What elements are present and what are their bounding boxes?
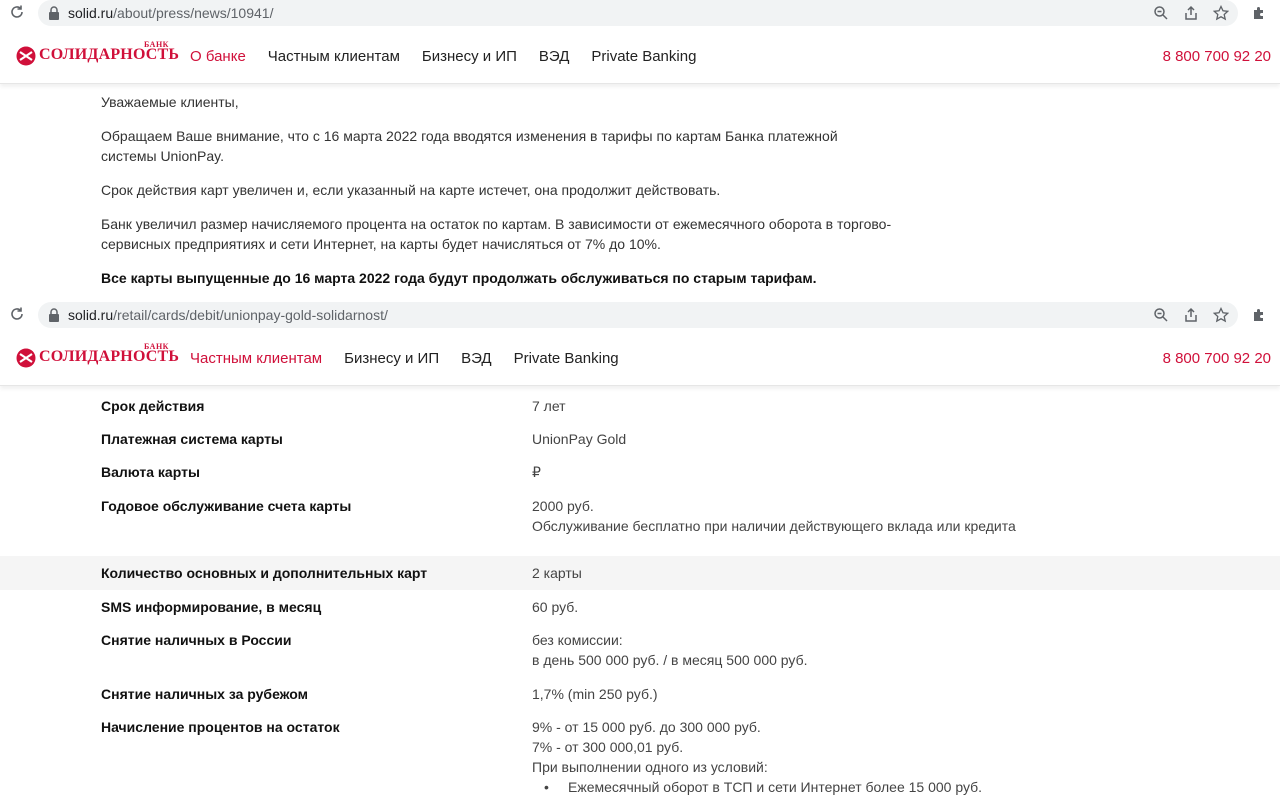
browser-address-bar: solid.ru/retail/cards/debit/unionpay-gol… [0, 302, 1280, 329]
spec-value: 60 руб. [532, 597, 578, 617]
nav-item-about[interactable]: О банке [190, 48, 246, 65]
spec-row: Платежная система карты UnionPay Gold [0, 429, 1280, 459]
url-text[interactable]: solid.ru/retail/cards/debit/unionpay-gol… [68, 307, 388, 323]
bank-logo[interactable]: БАНК СОЛИДАРНОСТЬ [16, 342, 179, 376]
spec-value-line: 7 лет [532, 398, 566, 414]
nav-item-business[interactable]: Бизнесу и ИП [344, 350, 439, 367]
spec-value: ₽ [532, 462, 541, 482]
news-bold-paragraph: Все карты выпущенные до 16 марта 2022 го… [101, 270, 817, 286]
spec-value-line: 7% - от 300 000,01 руб. [532, 739, 684, 755]
spec-row: SMS информирование, в месяц 60 руб. [0, 597, 1280, 627]
bank-logo[interactable]: БАНК СОЛИДАРНОСТЬ [16, 40, 179, 74]
spec-value: 7 лет [532, 396, 566, 416]
main-nav: Частным клиентам Бизнесу и ИП ВЭД Privat… [190, 350, 619, 367]
spec-key: Снятие наличных за рубежом [101, 686, 308, 702]
logo-mark-icon [16, 46, 36, 66]
spec-value-line: 2 карты [532, 565, 582, 581]
site-header: БАНК СОЛИДАРНОСТЬ О банке Частным клиент… [0, 30, 1280, 84]
spec-value-line: 2000 руб. [532, 498, 594, 514]
share-icon[interactable] [1183, 307, 1199, 323]
logo-bank-name: СОЛИДАРНОСТЬ [39, 46, 180, 63]
spec-key: Валюта карты [101, 464, 200, 480]
extensions-icon[interactable] [1251, 307, 1267, 323]
spec-value-line: Обслуживание бесплатно при наличии дейст… [532, 518, 1016, 534]
browser-address-bar: solid.ru/about/press/news/10941/ [0, 0, 1280, 27]
news-paragraph: Срок действия карт увеличен и, если указ… [101, 182, 721, 198]
spec-key: Начисление процентов на остаток [101, 719, 340, 735]
news-paragraph: Обращаем Ваше внимание, что с 16 марта 2… [101, 128, 838, 164]
url-path: /about/press/news/10941/ [113, 5, 274, 21]
url-text[interactable]: solid.ru/about/press/news/10941/ [68, 5, 273, 21]
spec-key: Срок действия [101, 398, 205, 414]
spec-value-line: ₽ [532, 464, 541, 480]
spec-row: Снятие наличных в России без комиссии: в… [0, 630, 1280, 680]
share-icon[interactable] [1183, 5, 1199, 21]
reload-icon[interactable] [9, 306, 25, 322]
spec-row: Начисление процентов на остаток 9% - от … [0, 717, 1280, 810]
spec-value-line: UnionPay Gold [532, 431, 627, 447]
spec-key: Количество основных и дополнительных кар… [101, 565, 428, 581]
phone-number[interactable]: 8 800 700 92 20 [1163, 48, 1271, 65]
spec-key: Годовое обслуживание счета карты [101, 498, 352, 514]
reload-icon[interactable] [9, 4, 25, 20]
spec-value: UnionPay Gold [532, 429, 626, 449]
phone-number[interactable]: 8 800 700 92 20 [1163, 350, 1271, 367]
url-host: solid.ru [68, 307, 114, 323]
nav-item-business[interactable]: Бизнесу и ИП [422, 48, 517, 65]
spec-value-line: 9% - от 15 000 руб. до 300 000 руб. [532, 719, 761, 735]
spec-key: Платежная система карты [101, 431, 283, 447]
news-paragraph: Банк увеличил размер начисляемого процен… [101, 216, 892, 252]
nav-item-retail[interactable]: Частным клиентам [268, 48, 400, 65]
spec-row: Валюта карты ₽ [0, 462, 1280, 492]
url-path: /retail/cards/debit/unionpay-gold-solida… [113, 307, 388, 323]
url-host: solid.ru [68, 5, 114, 21]
logo-bank-name: СОЛИДАРНОСТЬ [39, 348, 180, 365]
lock-icon[interactable] [48, 308, 60, 322]
spec-value: 2 карты [532, 563, 582, 583]
nav-item-private-banking[interactable]: Private Banking [591, 48, 696, 65]
spec-value-line: без комиссии: [532, 632, 623, 648]
nav-item-ved[interactable]: ВЭД [461, 350, 491, 367]
spec-key: SMS информирование, в месяц [101, 599, 322, 615]
extensions-icon[interactable] [1251, 5, 1267, 21]
spec-key: Снятие наличных в России [101, 632, 292, 648]
nav-item-private-banking[interactable]: Private Banking [514, 350, 619, 367]
spec-value-line: 60 руб. [532, 599, 579, 615]
nav-item-retail[interactable]: Частным клиентам [190, 350, 322, 367]
spec-value-line: При выполнении одного из условий: [532, 759, 768, 775]
spec-value: 1,7% (min 250 руб.) [532, 684, 658, 704]
site-header: БАНК СОЛИДАРНОСТЬ Частным клиентам Бизне… [0, 332, 1280, 386]
spec-value: 9% - от 15 000 руб. до 300 000 руб. 7% -… [532, 717, 982, 797]
spec-value-line: в день 500 000 руб. / в месяц 500 000 ру… [532, 652, 808, 668]
spec-row: Снятие наличных за рубежом 1,7% (min 250… [0, 684, 1280, 714]
logo-mark-icon [16, 348, 36, 368]
lock-icon[interactable] [48, 6, 60, 20]
bookmark-star-icon[interactable] [1213, 307, 1229, 323]
spec-bullet-item: Ежемесячный оборот в ТСП и сети Интернет… [532, 777, 982, 797]
spec-value-line: 1,7% (min 250 руб.) [532, 686, 658, 702]
spec-row: Количество основных и дополнительных кар… [0, 556, 1280, 590]
zoom-icon[interactable] [1153, 5, 1169, 21]
zoom-icon[interactable] [1153, 307, 1169, 323]
news-paragraph: Уважаемые клиенты, [101, 94, 239, 110]
news-article: Уважаемые клиенты, Обращаем Ваше внимани… [101, 92, 901, 302]
spec-value: 2000 руб. Обслуживание бесплатно при нал… [532, 496, 1016, 536]
spec-row: Годовое обслуживание счета карты 2000 ру… [0, 496, 1280, 554]
main-nav: О банке Частным клиентам Бизнесу и ИП ВЭ… [190, 48, 696, 65]
spec-value: без комиссии: в день 500 000 руб. / в ме… [532, 630, 807, 670]
bookmark-star-icon[interactable] [1213, 5, 1229, 21]
nav-item-ved[interactable]: ВЭД [539, 48, 569, 65]
spec-row: Срок действия 7 лет [0, 396, 1280, 426]
